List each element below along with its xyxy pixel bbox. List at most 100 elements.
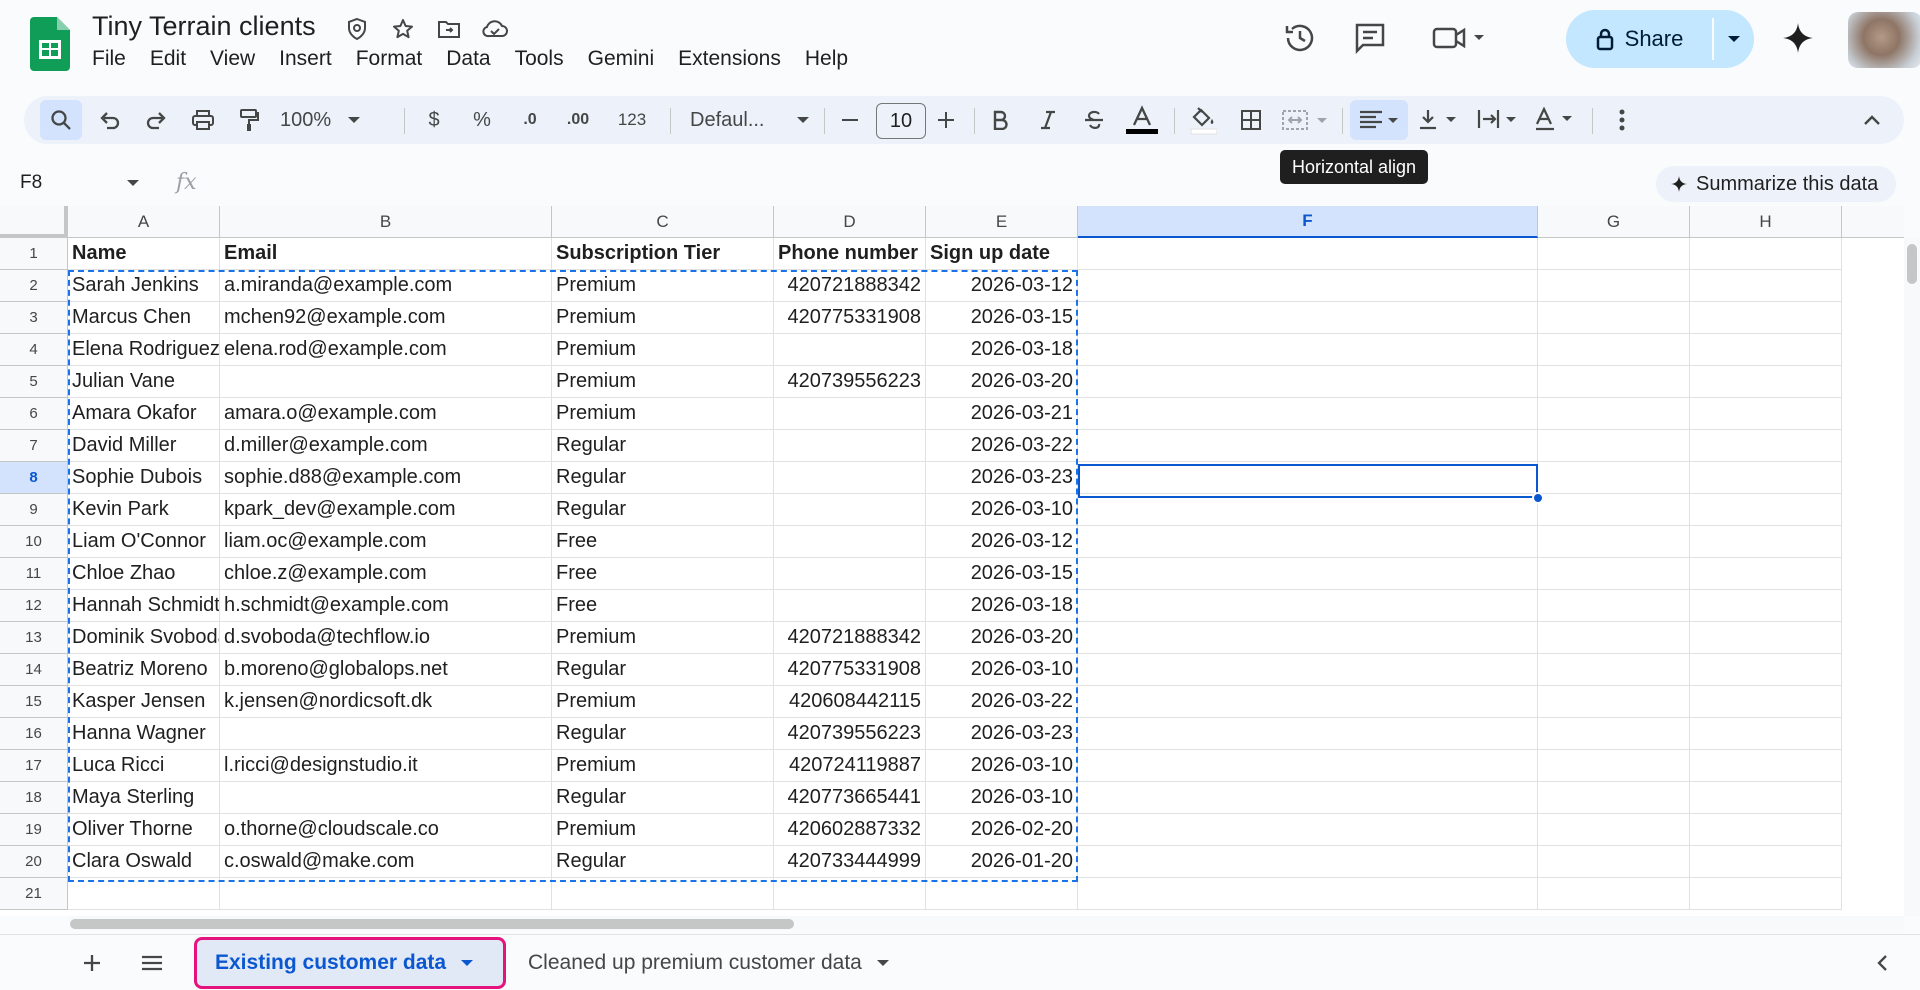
table-cell[interactable]: 420602887332 — [774, 814, 926, 846]
row-header[interactable]: 18 — [0, 782, 68, 814]
table-cell[interactable] — [774, 462, 926, 494]
table-cell[interactable]: 2026-03-10 — [926, 494, 1078, 526]
print-icon[interactable] — [184, 96, 222, 144]
table-cell[interactable]: Premium — [552, 270, 774, 302]
italic-icon[interactable] — [1028, 96, 1068, 144]
table-cell[interactable] — [774, 334, 926, 366]
table-cell[interactable] — [1690, 238, 1842, 270]
menu-insert[interactable]: Insert — [267, 47, 344, 71]
table-cell[interactable]: Hannah Schmidt — [68, 590, 220, 622]
row-header[interactable]: 5 — [0, 366, 68, 398]
column-title-cell[interactable]: Phone number — [774, 238, 926, 270]
table-cell[interactable]: kpark_dev@example.com — [220, 494, 552, 526]
table-cell[interactable] — [220, 878, 552, 910]
column-title-cell[interactable]: Email — [220, 238, 552, 270]
table-cell[interactable]: Free — [552, 558, 774, 590]
shield-icon[interactable] — [340, 14, 374, 44]
table-cell[interactable]: Regular — [552, 654, 774, 686]
table-cell[interactable]: Regular — [552, 718, 774, 750]
format-percent-button[interactable]: % — [464, 96, 500, 144]
row-header[interactable]: 12 — [0, 590, 68, 622]
version-history-icon[interactable] — [1280, 18, 1320, 58]
table-cell[interactable]: 420773665441 — [774, 782, 926, 814]
table-cell[interactable]: 2026-02-20 — [926, 814, 1078, 846]
table-cell[interactable]: liam.oc@example.com — [220, 526, 552, 558]
menu-view[interactable]: View — [198, 47, 267, 71]
table-cell[interactable]: Sophie Dubois — [68, 462, 220, 494]
table-cell[interactable]: Premium — [552, 334, 774, 366]
fill-color-icon[interactable] — [1182, 96, 1224, 144]
table-cell[interactable] — [1078, 462, 1538, 494]
table-cell[interactable] — [220, 718, 552, 750]
table-cell[interactable] — [1690, 270, 1842, 302]
table-cell[interactable]: Luca Ricci — [68, 750, 220, 782]
table-cell[interactable]: Oliver Thorne — [68, 814, 220, 846]
horizontal-align-icon[interactable] — [1350, 100, 1408, 140]
vertical-align-icon[interactable] — [1418, 96, 1468, 144]
table-cell[interactable]: 2026-03-20 — [926, 366, 1078, 398]
table-cell[interactable] — [1538, 686, 1690, 718]
table-cell[interactable] — [1690, 622, 1842, 654]
row-header[interactable]: 13 — [0, 622, 68, 654]
table-cell[interactable] — [1538, 398, 1690, 430]
table-cell[interactable]: a.miranda@example.com — [220, 270, 552, 302]
table-cell[interactable] — [1078, 302, 1538, 334]
table-cell[interactable] — [1538, 878, 1690, 910]
table-cell[interactable]: Maya Sterling — [68, 782, 220, 814]
table-cell[interactable]: 2026-03-23 — [926, 718, 1078, 750]
table-cell[interactable] — [1538, 462, 1690, 494]
menu-edit[interactable]: Edit — [138, 47, 198, 71]
bold-icon[interactable] — [980, 96, 1020, 144]
table-cell[interactable] — [220, 782, 552, 814]
add-sheet-icon[interactable] — [72, 943, 112, 983]
table-cell[interactable]: sophie.d88@example.com — [220, 462, 552, 494]
table-cell[interactable]: mchen92@example.com — [220, 302, 552, 334]
table-cell[interactable] — [1690, 526, 1842, 558]
menu-gemini[interactable]: Gemini — [576, 47, 667, 71]
row-header[interactable]: 14 — [0, 654, 68, 686]
table-cell[interactable]: Premium — [552, 302, 774, 334]
row-header[interactable]: 16 — [0, 718, 68, 750]
table-cell[interactable]: 2026-03-12 — [926, 526, 1078, 558]
table-cell[interactable] — [1538, 622, 1690, 654]
table-cell[interactable]: Kasper Jensen — [68, 686, 220, 718]
table-cell[interactable]: 420724119887 — [774, 750, 926, 782]
table-cell[interactable]: 420739556223 — [774, 366, 926, 398]
table-cell[interactable]: Regular — [552, 782, 774, 814]
table-cell[interactable] — [1538, 238, 1690, 270]
cloud-saved-icon[interactable] — [478, 14, 512, 44]
table-cell[interactable] — [1538, 654, 1690, 686]
table-cell[interactable]: 2026-03-10 — [926, 750, 1078, 782]
sheet-tab-cleaned-up-premium-customer-data[interactable]: Cleaned up premium customer data — [510, 937, 908, 989]
row-header[interactable]: 9 — [0, 494, 68, 526]
horizontal-scrollbar[interactable] — [70, 916, 1904, 930]
table-cell[interactable]: Clara Oswald — [68, 846, 220, 878]
row-header[interactable]: 19 — [0, 814, 68, 846]
text-rotation-icon[interactable] — [1534, 96, 1586, 144]
table-cell[interactable]: Regular — [552, 494, 774, 526]
table-cell[interactable] — [1690, 398, 1842, 430]
column-header-e[interactable]: E — [926, 206, 1078, 238]
table-cell[interactable]: 2026-03-15 — [926, 302, 1078, 334]
table-cell[interactable]: 2026-01-20 — [926, 846, 1078, 878]
table-cell[interactable]: 420721888342 — [774, 270, 926, 302]
gemini-icon[interactable] — [1778, 18, 1818, 58]
row-header[interactable]: 21 — [0, 878, 68, 910]
column-title-cell[interactable]: Sign up date — [926, 238, 1078, 270]
table-cell[interactable]: Regular — [552, 846, 774, 878]
borders-icon[interactable] — [1230, 96, 1272, 144]
table-cell[interactable]: Elena Rodriguez — [68, 334, 220, 366]
table-cell[interactable] — [774, 878, 926, 910]
table-cell[interactable]: 2026-03-20 — [926, 622, 1078, 654]
table-cell[interactable]: 2026-03-22 — [926, 430, 1078, 462]
table-cell[interactable] — [1078, 654, 1538, 686]
row-header[interactable]: 4 — [0, 334, 68, 366]
column-header-g[interactable]: G — [1538, 206, 1690, 238]
table-cell[interactable]: 420721888342 — [774, 622, 926, 654]
table-cell[interactable]: Free — [552, 590, 774, 622]
column-header-a[interactable]: A — [68, 206, 220, 238]
spreadsheet-grid[interactable]: ABCDEFGH 1 Name Email Subscription Tier Phon… — [0, 206, 1904, 916]
table-cell[interactable]: Kevin Park — [68, 494, 220, 526]
table-cell[interactable] — [1078, 686, 1538, 718]
table-cell[interactable]: Amara Okafor — [68, 398, 220, 430]
